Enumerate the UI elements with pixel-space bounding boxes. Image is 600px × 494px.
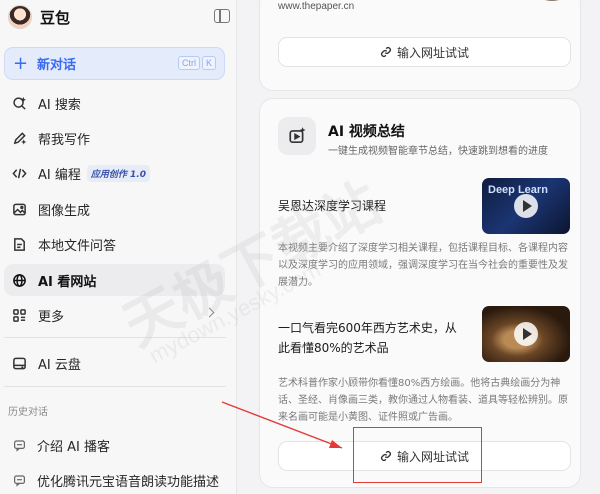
video-title-line: 一口气看完600年西方艺术史，从 — [278, 321, 457, 335]
sidebar-item-ai-search[interactable]: AI 搜索 — [4, 87, 225, 119]
sidebar-item-ai-cloud-drive[interactable]: AI 云盘 — [4, 347, 225, 379]
feature-card-website: www.thepaper.cn 输入网址试试 — [259, 0, 581, 91]
video-summary-icon — [278, 117, 316, 155]
history-item[interactable]: 介绍 AI 播客 — [4, 431, 229, 459]
sidebar-item-more[interactable]: 更多 — [4, 299, 225, 331]
search-sparkle-icon — [11, 95, 27, 111]
shortcut-hint: Ctrl K — [177, 56, 216, 70]
plus-icon: + — [13, 53, 29, 74]
history-item[interactable]: 优化腾讯元宝语音朗读功能描述 — [4, 466, 229, 494]
brand-name: 豆包 — [40, 8, 71, 27]
chat-bubble-icon — [11, 437, 27, 453]
avatar — [8, 5, 32, 29]
divider — [4, 337, 226, 338]
document-icon — [11, 236, 27, 252]
image-icon — [11, 201, 27, 217]
grid-icon — [11, 307, 27, 323]
sidebar-item-label: 图像生成 — [38, 203, 91, 219]
video-description: 艺术科普作家小顾带你看懂80%西方绘画。他将古典绘画分为神话、圣经、肖像画三类，… — [278, 378, 568, 423]
cloud-drive-icon — [11, 355, 27, 371]
main-content: www.thepaper.cn 输入网址试试 AI 视频总结 一键生成视频智能章… — [237, 0, 600, 494]
history-item-label: 优化腾讯元宝语音朗读功能描述 — [37, 474, 220, 490]
pen-icon — [11, 130, 27, 146]
thumbnail-text: Deep Learn — [488, 184, 548, 196]
example-url: www.thepaper.cn — [278, 1, 355, 12]
sidebar-item-label: AI 编程 — [38, 167, 81, 183]
video-thumbnail[interactable] — [482, 306, 570, 362]
sidebar: 豆包 + 新对话 Ctrl K AI 搜索 帮我写作 AI 编程 应用创作 1.… — [0, 0, 237, 494]
sidebar-item-label: AI 云盘 — [38, 357, 81, 373]
brand[interactable]: 豆包 — [8, 5, 228, 29]
video-title-line: 此看懂80%的艺术品 — [278, 341, 389, 355]
divider — [4, 386, 226, 387]
sidebar-item-writing[interactable]: 帮我写作 — [4, 122, 225, 154]
feature-title: AI 视频总结 — [328, 124, 405, 140]
video-description: 本视频主要介绍了深度学习相关课程，包括课程目标、各课程内容以及深度学习的应用领域… — [278, 243, 568, 288]
sidebar-item-label: 帮我写作 — [38, 132, 91, 148]
sidebar-toggle-icon[interactable] — [214, 9, 230, 23]
link-icon — [380, 47, 391, 57]
play-icon — [514, 194, 538, 218]
sidebar-item-label: AI 看网站 — [38, 274, 97, 290]
try-url-label: 输入网址试试 — [396, 45, 469, 60]
try-url-button[interactable]: 输入网址试试 — [278, 37, 571, 67]
play-icon — [514, 322, 538, 346]
shortcut-key-ctrl: Ctrl — [177, 56, 200, 70]
sidebar-item-ai-coding[interactable]: AI 编程 应用创作 1.0 — [4, 157, 225, 189]
feature-description: 一键生成视频智能章节总结，快速跳到想看的进度 — [328, 146, 548, 157]
history-item-label: 介绍 AI 播客 — [37, 439, 110, 455]
app-creation-badge: 应用创作 1.0 — [86, 164, 150, 182]
sidebar-item-label: AI 搜索 — [38, 97, 81, 113]
new-chat-button[interactable]: + 新对话 Ctrl K — [4, 47, 225, 80]
video-title[interactable]: 一口气看完600年西方艺术史，从 此看懂80%的艺术品 — [278, 318, 478, 358]
globe-icon — [11, 272, 27, 288]
video-thumbnail[interactable]: Deep Learn — [482, 178, 570, 234]
code-icon — [11, 165, 27, 181]
chat-bubble-icon — [11, 472, 27, 488]
new-chat-label: 新对话 — [37, 58, 77, 73]
history-title: 历史对话 — [8, 407, 48, 418]
video-title[interactable]: 吴恩达深度学习课程 — [278, 196, 386, 216]
annotation-highlight-box — [353, 427, 482, 483]
sidebar-item-image-gen[interactable]: 图像生成 — [4, 193, 225, 225]
sidebar-item-label: 本地文件问答 — [38, 238, 117, 254]
thumbnail — [538, 0, 566, 1]
sidebar-item-label: 更多 — [38, 309, 65, 325]
sidebar-item-ai-browse-website[interactable]: AI 看网站 — [4, 264, 225, 296]
sidebar-item-local-file-qa[interactable]: 本地文件问答 — [4, 228, 225, 260]
shortcut-key-k: K — [201, 56, 216, 70]
chevron-right-icon — [204, 307, 215, 318]
